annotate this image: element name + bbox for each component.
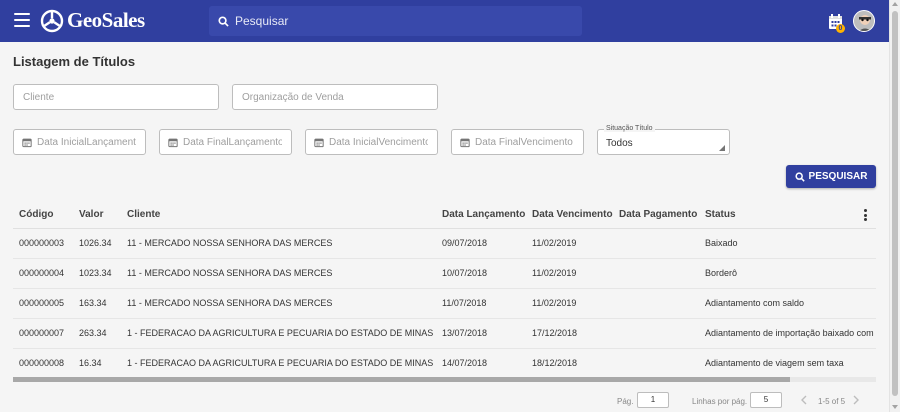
cell-data-lancamento: 13/07/2018 xyxy=(436,318,526,349)
cliente-input[interactable] xyxy=(14,85,218,109)
dropdown-corner-icon xyxy=(719,145,725,151)
cliente-field[interactable] xyxy=(13,84,219,110)
cell-valor: 263.34 xyxy=(73,318,121,349)
cell-cliente: 1 - FEDERACAO DA AGRICULTURA E PECUARIA … xyxy=(121,318,436,349)
cell-cliente: 1 - FEDERACAO DA AGRICULTURA E PECUARIA … xyxy=(121,348,436,379)
cell-data-vencimento: 17/12/2018 xyxy=(526,318,613,349)
cell-data-pagamento xyxy=(613,348,699,379)
cell-status: Adiantamento de importação baixado com s… xyxy=(699,318,876,349)
cell-codigo: 000000005 xyxy=(13,288,73,319)
cell-status: Borderô xyxy=(699,258,876,289)
page-input[interactable]: 1 xyxy=(637,392,669,408)
horizontal-scrollbar-thumb[interactable] xyxy=(13,377,790,382)
horizontal-scrollbar[interactable] xyxy=(13,377,876,382)
calendar-icon[interactable] xyxy=(460,137,470,148)
table-header-row: Código Valor Cliente Data Lançamento Dat… xyxy=(13,202,876,229)
global-search-input[interactable] xyxy=(235,14,565,28)
rows-per-page-select[interactable]: 5 xyxy=(750,392,782,408)
cell-valor: 1026.34 xyxy=(73,228,121,259)
data-final-vencimento-field[interactable] xyxy=(451,129,584,155)
pesquisar-button[interactable]: PESQUISAR xyxy=(786,165,876,188)
table-row[interactable]: 000000008 16.34 1 - FEDERACAO DA AGRICUL… xyxy=(13,348,876,379)
cell-status: Baixado xyxy=(699,228,876,259)
cell-cliente: 11 - MERCADO NOSSA SENHORA DAS MERCES xyxy=(121,228,436,259)
page-title: Listagem de Títulos xyxy=(13,54,136,69)
cell-status: Adiantamento de viagem sem taxa xyxy=(699,348,876,379)
cell-valor: 16.34 xyxy=(73,348,121,379)
data-final-lancamento-input[interactable] xyxy=(177,130,291,154)
app-logo[interactable]: GeoSales xyxy=(40,8,145,33)
app-name: GeoSales xyxy=(67,8,145,32)
cell-data-vencimento: 11/02/2019 xyxy=(526,258,613,289)
cell-data-lancamento: 11/07/2018 xyxy=(436,288,526,319)
organizacao-venda-field[interactable] xyxy=(232,84,438,110)
chevron-right-icon[interactable] xyxy=(852,395,860,405)
cell-codigo: 000000003 xyxy=(13,228,73,259)
pesquisar-button-label: PESQUISAR xyxy=(808,171,868,182)
data-inicial-vencimento-input[interactable] xyxy=(323,130,437,154)
page-label: Pág. xyxy=(617,397,634,406)
pagination-range: 1-5 of 5 xyxy=(818,397,846,406)
cell-data-lancamento: 10/07/2018 xyxy=(436,258,526,289)
data-inicial-lancamento-input[interactable] xyxy=(31,130,145,154)
cell-cliente: 11 - MERCADO NOSSA SENHORA DAS MERCES xyxy=(121,288,436,319)
avatar-image xyxy=(854,11,874,31)
column-header-valor[interactable]: Valor xyxy=(73,202,121,229)
column-header-codigo[interactable]: Código xyxy=(13,202,73,229)
logo-wheel-icon xyxy=(40,9,64,32)
data-final-lancamento-field[interactable] xyxy=(159,129,292,155)
cell-data-pagamento xyxy=(613,288,699,319)
cell-data-lancamento: 09/07/2018 xyxy=(436,228,526,259)
vertical-scrollbar[interactable] xyxy=(889,0,900,412)
data-inicial-lancamento-field[interactable] xyxy=(13,129,146,155)
menu-icon[interactable] xyxy=(14,13,30,27)
cell-data-vencimento: 18/12/2018 xyxy=(526,348,613,379)
search-icon xyxy=(794,171,805,182)
cell-status: Adiantamento com saldo xyxy=(699,288,876,319)
calendar-icon[interactable] xyxy=(314,137,324,148)
titles-table: Código Valor Cliente Data Lançamento Dat… xyxy=(13,202,876,382)
cell-data-vencimento: 11/02/2019 xyxy=(526,288,613,319)
vertical-scrollbar-thumb[interactable] xyxy=(892,11,898,396)
table-row[interactable]: 000000003 1026.34 11 - MERCADO NOSSA SEN… xyxy=(13,228,876,259)
notification-badge: 0 xyxy=(836,24,845,33)
cell-codigo: 000000007 xyxy=(13,318,73,349)
cell-data-lancamento: 14/07/2018 xyxy=(436,348,526,379)
calendar-icon[interactable] xyxy=(168,137,178,148)
column-header-data-lancamento[interactable]: Data Lançamento xyxy=(436,202,526,229)
scroll-down-icon[interactable] xyxy=(892,405,898,409)
cell-data-pagamento xyxy=(613,258,699,289)
calendar-icon[interactable] xyxy=(22,137,32,148)
column-options-icon[interactable] xyxy=(862,209,868,223)
table-row[interactable]: 000000007 263.34 1 - FEDERACAO DA AGRICU… xyxy=(13,318,876,349)
global-search[interactable] xyxy=(209,6,582,36)
column-header-data-vencimento[interactable]: Data Vencimento xyxy=(526,202,613,229)
cell-data-vencimento: 11/02/2019 xyxy=(526,228,613,259)
chevron-left-icon[interactable] xyxy=(800,395,808,405)
situacao-titulo-select[interactable]: Situação Título Todos xyxy=(597,125,730,155)
data-final-vencimento-input[interactable] xyxy=(469,130,583,154)
column-header-data-pagamento[interactable]: Data Pagamento xyxy=(613,202,699,229)
cell-cliente: 11 - MERCADO NOSSA SENHORA DAS MERCES xyxy=(121,258,436,289)
cell-codigo: 000000008 xyxy=(13,348,73,379)
scroll-up-icon[interactable] xyxy=(892,2,898,6)
organizacao-venda-input[interactable] xyxy=(233,85,437,109)
column-header-cliente[interactable]: Cliente xyxy=(121,202,436,229)
situacao-titulo-label: Situação Título xyxy=(604,125,655,132)
cell-data-pagamento xyxy=(613,318,699,349)
user-avatar[interactable] xyxy=(853,10,875,32)
cell-valor: 1023.34 xyxy=(73,258,121,289)
cell-data-pagamento xyxy=(613,228,699,259)
situacao-titulo-value: Todos xyxy=(606,138,633,149)
cell-codigo: 000000004 xyxy=(13,258,73,289)
search-icon xyxy=(218,15,229,27)
rows-per-page-label: Linhas por pág. xyxy=(692,397,748,406)
app-bar: GeoSales 0 xyxy=(0,0,889,42)
column-header-status[interactable]: Status xyxy=(699,202,876,229)
cell-valor: 163.34 xyxy=(73,288,121,319)
table-row[interactable]: 000000005 163.34 11 - MERCADO NOSSA SENH… xyxy=(13,288,876,319)
data-inicial-vencimento-field[interactable] xyxy=(305,129,438,155)
table-row[interactable]: 000000004 1023.34 11 - MERCADO NOSSA SEN… xyxy=(13,258,876,289)
